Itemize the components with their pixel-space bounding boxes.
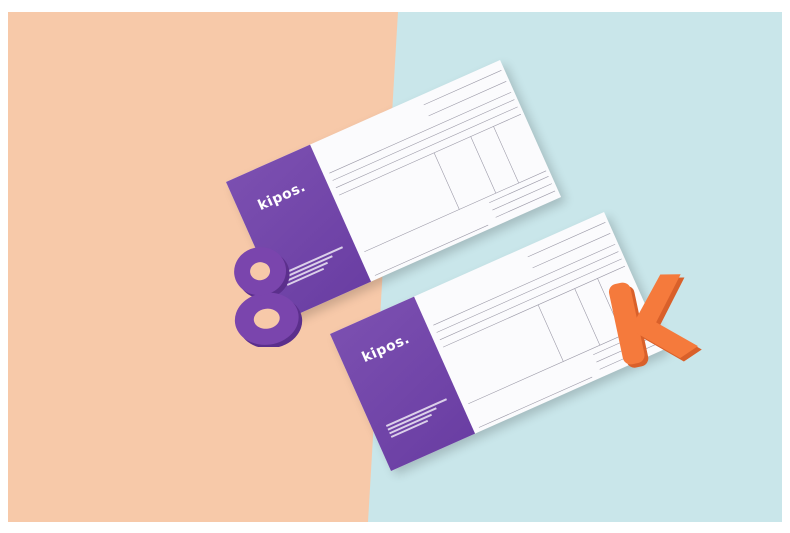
orange-letter-k <box>608 274 702 368</box>
brand-logo: kipos. <box>359 330 413 367</box>
brand-logo: kipos. <box>255 178 309 215</box>
purple-number-eight <box>234 247 303 347</box>
address-lines <box>385 396 454 443</box>
photo-scene: kipos. kipos. <box>8 12 782 522</box>
